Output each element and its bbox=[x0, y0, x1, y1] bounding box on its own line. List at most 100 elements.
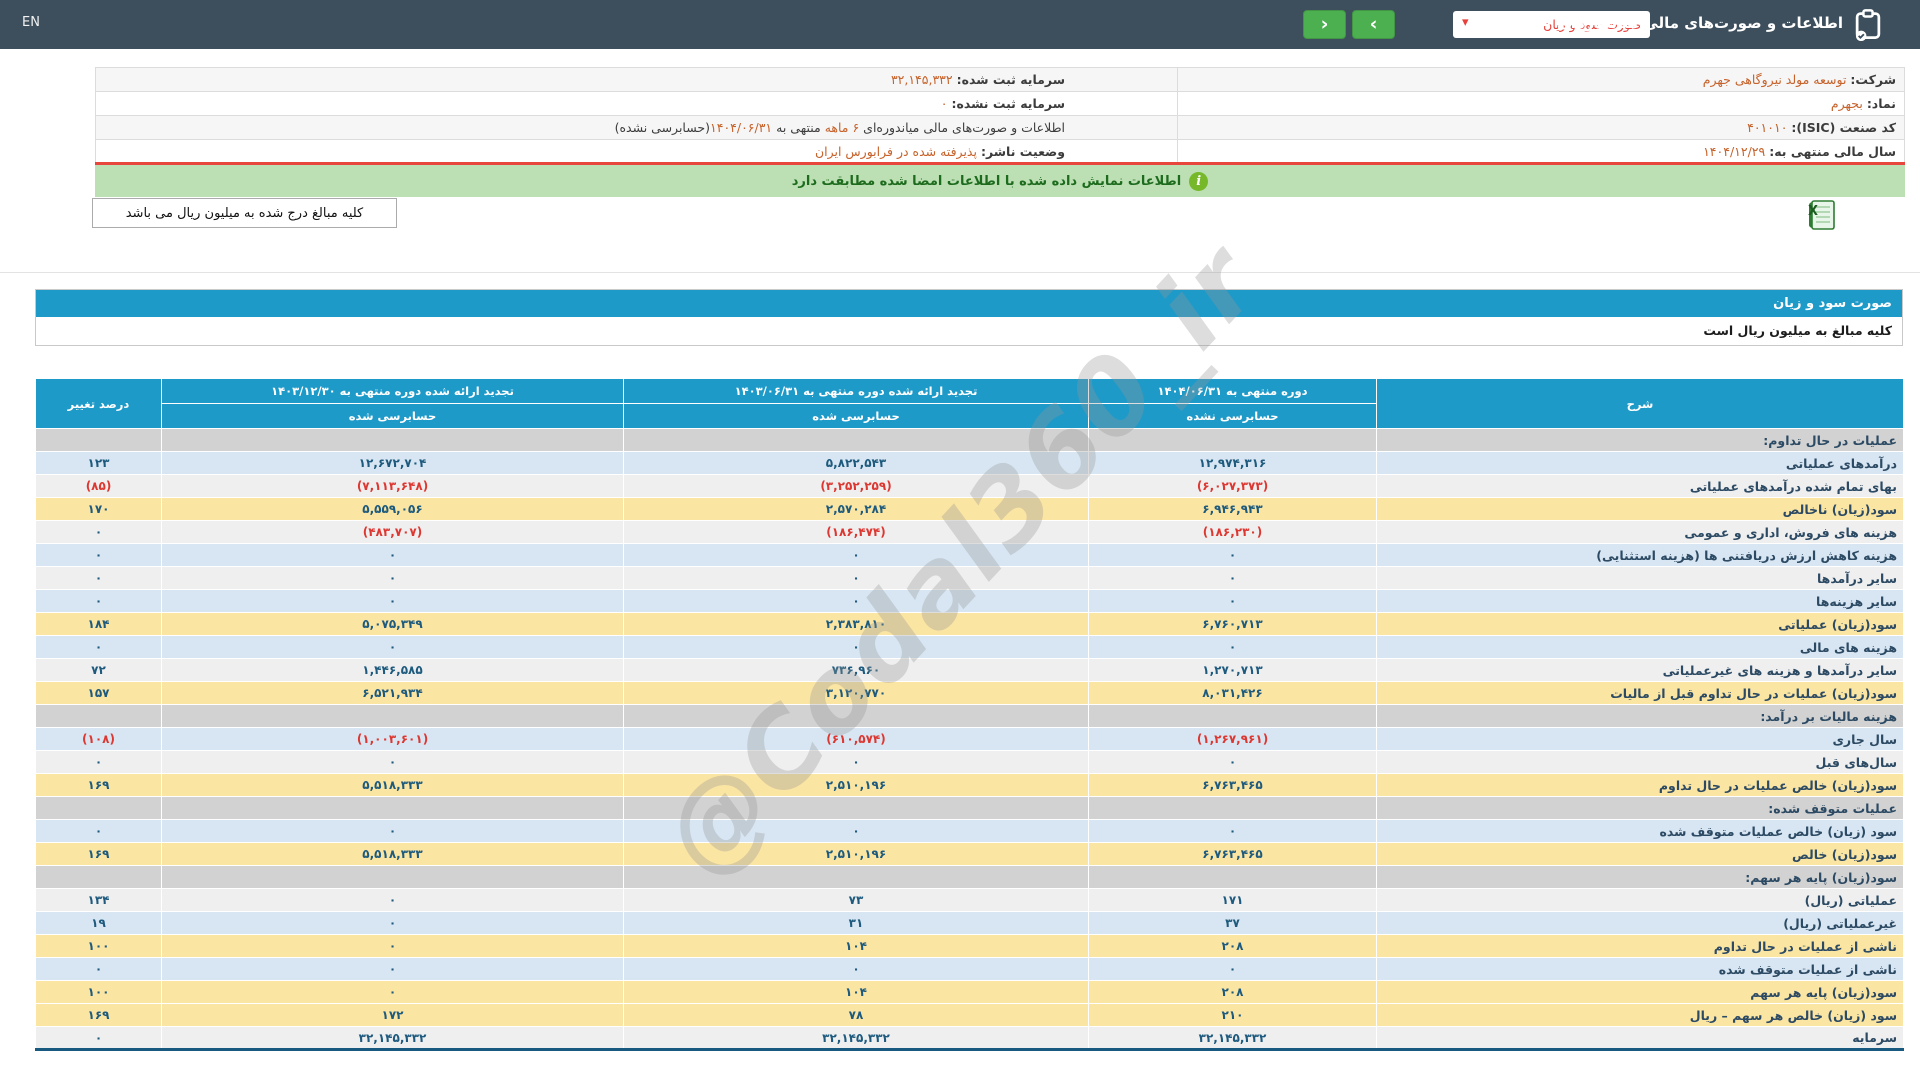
table-row: سال جاری (۱,۲۶۷,۹۶۱) (۶۱۰,۵۷۴) (۱,۰۰۳,۶۰… bbox=[35, 727, 1904, 751]
value-restated-annual: (۱,۰۰۳,۶۰۱) bbox=[161, 727, 624, 751]
row-label: بهای تمام شده درآمدهای عملیاتی bbox=[1376, 474, 1904, 498]
value-percent-change: ۰ bbox=[35, 566, 162, 590]
value-restated-halfyear: ۳,۱۲۰,۷۷۰ bbox=[623, 681, 1089, 705]
value-percent-change: ۱۷۰ bbox=[35, 497, 162, 521]
row-label: هزینه کاهش ارزش دریافتنی ها (هزینه استثن… bbox=[1376, 543, 1904, 567]
value-restated-annual: (۴۸۳,۷۰۷) bbox=[161, 520, 624, 544]
value-current-period bbox=[1088, 796, 1377, 820]
table-row: سود(زیان) ناخالص ۶,۹۴۶,۹۴۳ ۲,۵۷۰,۲۸۴ ۵,۵… bbox=[35, 497, 1904, 521]
value-restated-annual bbox=[161, 428, 624, 452]
statement-title-bar: صورت سود و زیان bbox=[36, 290, 1902, 317]
row-label: عملیاتی (ریال) bbox=[1376, 888, 1904, 912]
table-row: سود(زیان) عملیاتی ۶,۷۶۰,۷۱۳ ۲,۳۸۳,۸۱۰ ۵,… bbox=[35, 612, 1904, 636]
row-label: سود(زیان) پایه هر سهم: bbox=[1376, 865, 1904, 889]
value-current-period: (۱۸۶,۲۳۰) bbox=[1088, 520, 1377, 544]
codal-statement-page: EN ‹ › ▾ صورت سود و زیان اطلاعات و صورت‌… bbox=[0, 0, 1920, 1080]
col-subheader-audited-1: حسابرسی شده bbox=[623, 403, 1089, 429]
value-percent-change: (۱۰۸) bbox=[35, 727, 162, 751]
symbol-value: بجهرم bbox=[1830, 96, 1863, 111]
row-label: هزینه های مالی bbox=[1376, 635, 1904, 659]
statement-heading: صورت سود و زیان کلیه مبالغ به میلیون ریا… bbox=[35, 289, 1903, 346]
value-restated-annual: ۱۲,۶۷۲,۷۰۴ bbox=[161, 451, 624, 475]
value-restated-annual: ۰ bbox=[161, 750, 624, 774]
table-row: سرمایه ۳۲,۱۴۵,۳۳۲ ۳۲,۱۴۵,۳۳۲ ۳۲,۱۴۵,۳۳۲ … bbox=[35, 1026, 1904, 1050]
table-row: سود (زیان) خالص هر سهم – ریال ۲۱۰ ۷۸ ۱۷۲… bbox=[35, 1003, 1904, 1027]
row-label: ناشی از عملیات متوقف شده bbox=[1376, 957, 1904, 981]
value-restated-halfyear: ۱۰۴ bbox=[623, 934, 1089, 958]
fiscal-year-value: ۱۴۰۴/۱۲/۲۹ bbox=[1703, 144, 1766, 159]
col-header-restated-halfyear: تجدید ارائه شده دوره منتهی به ۱۴۰۳/۰۶/۳۱ bbox=[623, 378, 1089, 404]
row-label: عملیات متوقف شده: bbox=[1376, 796, 1904, 820]
language-toggle[interactable]: EN bbox=[22, 15, 40, 30]
value-restated-halfyear: ۲,۵۷۰,۲۸۴ bbox=[623, 497, 1089, 521]
value-restated-halfyear: ۳۲,۱۴۵,۳۳۲ bbox=[623, 1026, 1089, 1050]
value-current-period: ۱,۲۷۰,۷۱۳ bbox=[1088, 658, 1377, 682]
next-statement-button[interactable]: › bbox=[1352, 10, 1395, 39]
period-end-date: ۱۴۰۴/۰۶/۳۱ bbox=[710, 120, 773, 135]
value-current-period bbox=[1088, 704, 1377, 728]
value-current-period: ۰ bbox=[1088, 589, 1377, 613]
value-percent-change: (۸۵) bbox=[35, 474, 162, 498]
chevron-down-icon: ▾ bbox=[1462, 15, 1469, 30]
row-label: سال‌های قبل bbox=[1376, 750, 1904, 774]
table-row: سایر درآمدها ۰ ۰ ۰ ۰ bbox=[35, 566, 1904, 590]
row-label: سود (زیان) خالص عملیات متوقف شده bbox=[1376, 819, 1904, 843]
table-row: هزینه کاهش ارزش دریافتنی ها (هزینه استثن… bbox=[35, 543, 1904, 567]
value-current-period: ۶,۷۶۰,۷۱۳ bbox=[1088, 612, 1377, 636]
symbol-label: نماد: bbox=[1866, 96, 1896, 111]
value-current-period: ۳۷ bbox=[1088, 911, 1377, 935]
value-percent-change: ۰ bbox=[35, 543, 162, 567]
row-label: غیرعملیاتی (ریال) bbox=[1376, 911, 1904, 935]
company-name: توسعه مولد نیروگاهی جهرم bbox=[1702, 72, 1847, 87]
row-label: سایر درآمدها و هزینه های غیرعملیاتی bbox=[1376, 658, 1904, 682]
value-restated-annual: ۶,۵۲۱,۹۳۴ bbox=[161, 681, 624, 705]
row-label: سود(زیان) عملیاتی bbox=[1376, 612, 1904, 636]
section-divider bbox=[0, 272, 1920, 273]
value-restated-annual: ۰ bbox=[161, 980, 624, 1004]
value-current-period bbox=[1088, 428, 1377, 452]
company-label: شرکت: bbox=[1850, 72, 1896, 87]
row-label: هزینه های فروش، اداری و عمومی bbox=[1376, 520, 1904, 544]
table-row: سود(زیان) پایه هر سهم ۲۰۸ ۱۰۴ ۰ ۱۰۰ bbox=[35, 980, 1904, 1004]
svg-text:X: X bbox=[1808, 204, 1818, 219]
table-row: بهای تمام شده درآمدهای عملیاتی (۶,۰۲۷,۳۷… bbox=[35, 474, 1904, 498]
profit-loss-table: شرح دوره منتهی به ۱۴۰۴/۰۶/۳۱ تجدید ارائه… bbox=[35, 378, 1904, 1051]
table-row: عملیات متوقف شده: bbox=[35, 796, 1904, 820]
value-percent-change: ۱۸۴ bbox=[35, 612, 162, 636]
value-restated-halfyear: ۷۳۶,۹۶۰ bbox=[623, 658, 1089, 682]
value-current-period: ۱۲,۹۷۴,۳۱۶ bbox=[1088, 451, 1377, 475]
value-current-period: ۰ bbox=[1088, 543, 1377, 567]
unregistered-capital-value: ۰ bbox=[940, 96, 948, 111]
value-restated-halfyear: ۷۳ bbox=[623, 888, 1089, 912]
row-label: سایر هزینه‌ها bbox=[1376, 589, 1904, 613]
row-label: هزینه مالیات بر درآمد: bbox=[1376, 704, 1904, 728]
statement-table-body: عملیات در حال تداوم: درآمدهای عملیاتی ۱۲… bbox=[35, 428, 1904, 1050]
value-restated-halfyear: ۰ bbox=[623, 566, 1089, 590]
col-subheader-audited-2: حسابرسی شده bbox=[161, 403, 624, 429]
fiscal-year-label: سال مالی منتهی به: bbox=[1769, 144, 1896, 159]
value-percent-change: ۱۶۹ bbox=[35, 773, 162, 797]
excel-export-icon[interactable]: X bbox=[1804, 197, 1840, 233]
unit-note-box: کلیه مبالغ درج شده به میلیون ریال می باش… bbox=[92, 198, 397, 228]
table-row: هزینه مالیات بر درآمد: bbox=[35, 704, 1904, 728]
col-header-percent-change: درصد تغییر bbox=[35, 378, 162, 429]
table-row: سایر درآمدها و هزینه های غیرعملیاتی ۱,۲۷… bbox=[35, 658, 1904, 682]
value-restated-halfyear: (۱۸۶,۴۷۴) bbox=[623, 520, 1089, 544]
table-row: سود(زیان) عملیات در حال تداوم قبل از مال… bbox=[35, 681, 1904, 705]
value-restated-annual: ۳۲,۱۴۵,۳۳۲ bbox=[161, 1026, 624, 1050]
value-restated-annual bbox=[161, 796, 624, 820]
value-restated-halfyear: ۰ bbox=[623, 819, 1089, 843]
row-label: سود(زیان) خالص bbox=[1376, 842, 1904, 866]
value-restated-halfyear: ۱۰۴ bbox=[623, 980, 1089, 1004]
previous-statement-button[interactable]: ‹ bbox=[1303, 10, 1346, 39]
audit-status: (حسابرسی نشده) bbox=[614, 120, 711, 135]
value-restated-halfyear: (۳,۲۵۲,۲۵۹) bbox=[623, 474, 1089, 498]
info-row-fiscal-year: سال مالی منتهی به: ۱۴۰۴/۱۲/۲۹ وضعیت ناشر… bbox=[95, 139, 1905, 164]
value-percent-change bbox=[35, 865, 162, 889]
value-percent-change: ۱۹ bbox=[35, 911, 162, 935]
row-label: سرمایه bbox=[1376, 1026, 1904, 1050]
value-restated-annual: ۱۷۲ bbox=[161, 1003, 624, 1027]
table-row: ناشی از عملیات متوقف شده ۰ ۰ ۰ ۰ bbox=[35, 957, 1904, 981]
value-restated-halfyear: ۰ bbox=[623, 750, 1089, 774]
value-restated-annual: ۵,۰۷۵,۳۴۹ bbox=[161, 612, 624, 636]
